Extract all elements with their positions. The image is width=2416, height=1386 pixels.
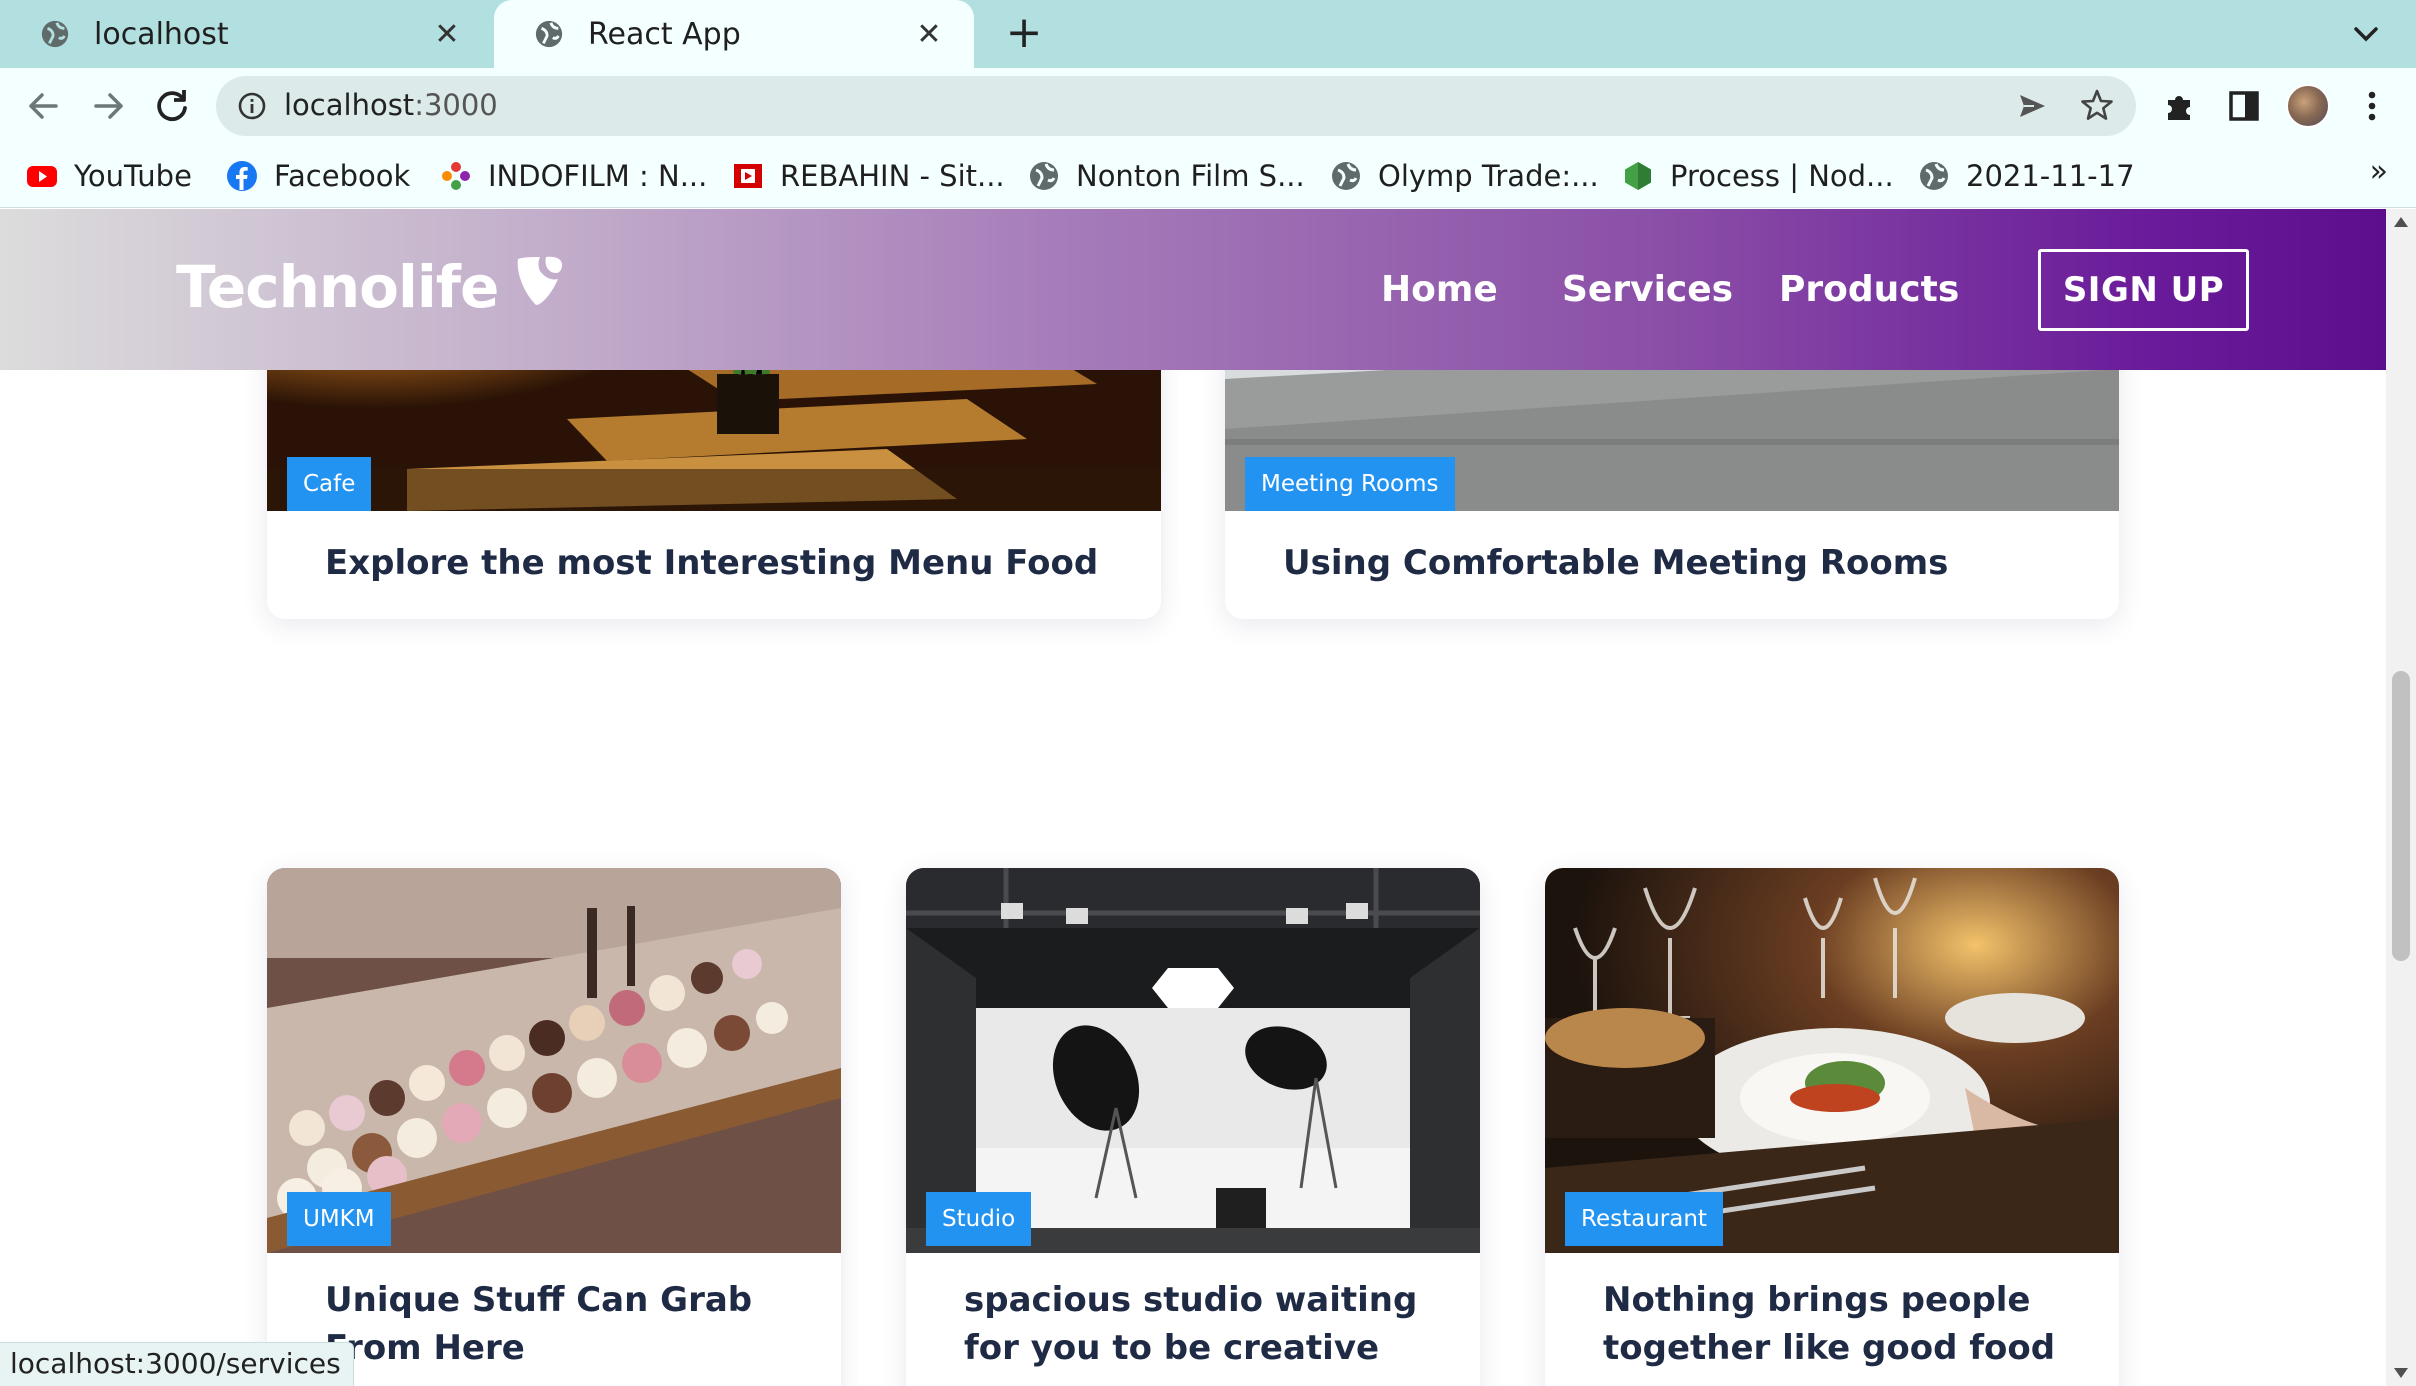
- site-info-icon[interactable]: [236, 90, 268, 122]
- card-title[interactable]: Using Comfortable Meeting Rooms: [1283, 539, 2079, 587]
- category-badge: Studio: [926, 1192, 1032, 1246]
- close-tab-icon[interactable]: ✕: [430, 17, 464, 52]
- back-arrow-icon[interactable]: [20, 82, 68, 130]
- extensions-puzzle-icon[interactable]: [2162, 88, 2198, 124]
- nav-home[interactable]: Home: [1381, 269, 1498, 310]
- scroll-up-arrow-icon[interactable]: [2394, 217, 2408, 227]
- link-status-bar: localhost:3000/services: [0, 1342, 354, 1386]
- address-bar[interactable]: localhost:3000: [216, 76, 2136, 136]
- typo3-logo-icon: [518, 256, 563, 305]
- browser-tab-localhost[interactable]: localhost ✕: [0, 0, 492, 68]
- category-badge: Cafe: [287, 457, 372, 511]
- bookmark-indofilm[interactable]: INDOFILM : N...: [440, 156, 707, 196]
- nodejs-icon: [1625, 162, 1651, 190]
- tab-search-chevron-icon[interactable]: [2344, 12, 2388, 56]
- indofilm-icon: [442, 162, 470, 190]
- scrollbar-thumb[interactable]: [2392, 671, 2410, 961]
- reload-icon[interactable]: [148, 82, 196, 130]
- globe-icon: [1332, 162, 1360, 190]
- nav-products[interactable]: Products: [1779, 269, 1959, 310]
- send-to-devices-icon[interactable]: [2016, 90, 2048, 122]
- browser-tab-bar: localhost ✕ React App ✕ +: [0, 0, 2416, 68]
- youtube-icon: [27, 166, 57, 187]
- kebab-menu-icon[interactable]: [2354, 88, 2390, 124]
- bookmark-process-node[interactable]: Process | Nod...: [1622, 156, 1894, 196]
- close-tab-icon[interactable]: ✕: [912, 17, 946, 52]
- bookmark-nonton-film[interactable]: Nonton Film S...: [1028, 156, 1305, 196]
- category-badge: Meeting Rooms: [1245, 457, 1455, 511]
- brand-logo[interactable]: Technolife: [176, 253, 568, 321]
- service-card-umkm[interactable]: UMKM Unique Stuff Can Grab From Here: [267, 868, 841, 1386]
- bookmark-facebook[interactable]: Facebook: [226, 156, 410, 196]
- browser-tab-react-app[interactable]: React App ✕: [494, 0, 974, 68]
- facebook-icon: [227, 161, 257, 191]
- profile-avatar[interactable]: [2286, 84, 2330, 128]
- service-card-restaurant[interactable]: Restaurant Nothing brings people togethe…: [1545, 868, 2119, 1386]
- tab-title: localhost: [94, 16, 229, 52]
- bookmarks-bar: YouTube Facebook INDOFILM : N... REBAHIN…: [0, 144, 2416, 208]
- category-badge: Restaurant: [1565, 1192, 1723, 1246]
- new-tab-button[interactable]: +: [998, 8, 1050, 60]
- browser-toolbar: localhost:3000: [0, 68, 2416, 144]
- service-card-studio[interactable]: Studio spacious studio waiting for you t…: [906, 868, 1480, 1386]
- bookmark-star-icon[interactable]: [2080, 88, 2114, 122]
- sign-up-button[interactable]: SIGN UP: [2038, 249, 2249, 331]
- tab-title: React App: [588, 16, 741, 52]
- card-title[interactable]: Unique Stuff Can Grab From Here: [325, 1276, 801, 1372]
- url-text[interactable]: localhost:3000: [284, 88, 498, 122]
- more-bookmarks-button[interactable]: »: [2370, 154, 2388, 189]
- forward-arrow-icon[interactable]: [84, 82, 132, 130]
- bookmark-youtube[interactable]: YouTube: [26, 156, 192, 196]
- card-title[interactable]: Nothing brings people together like good…: [1603, 1276, 2079, 1372]
- card-title[interactable]: spacious studio waiting for you to be cr…: [964, 1276, 1440, 1372]
- bookmark-olymp-trade[interactable]: Olymp Trade:...: [1330, 156, 1599, 196]
- globe-icon: [1030, 162, 1058, 190]
- scroll-down-arrow-icon[interactable]: [2394, 1368, 2408, 1378]
- site-navbar: Technolife Home Services Products SIGN U…: [0, 209, 2386, 370]
- bookmark-2021-11-17[interactable]: 2021-11-17: [1918, 156, 2135, 196]
- globe-icon: [1920, 162, 1948, 190]
- globe-icon: [41, 20, 69, 48]
- globe-icon: [535, 20, 563, 48]
- nav-services[interactable]: Services: [1562, 269, 1733, 310]
- rebahin-icon: [734, 164, 762, 188]
- card-title[interactable]: Explore the most Interesting Menu Food: [325, 539, 1121, 587]
- bookmark-rebahin[interactable]: REBAHIN - Sit...: [732, 156, 1005, 196]
- category-badge: UMKM: [287, 1192, 391, 1246]
- page-viewport: Cafe Explore the most Interesting Menu F…: [0, 209, 2386, 1386]
- side-panel-icon[interactable]: [2226, 88, 2262, 124]
- page-scrollbar[interactable]: [2386, 209, 2416, 1386]
- brand-name: Technolife: [176, 253, 499, 321]
